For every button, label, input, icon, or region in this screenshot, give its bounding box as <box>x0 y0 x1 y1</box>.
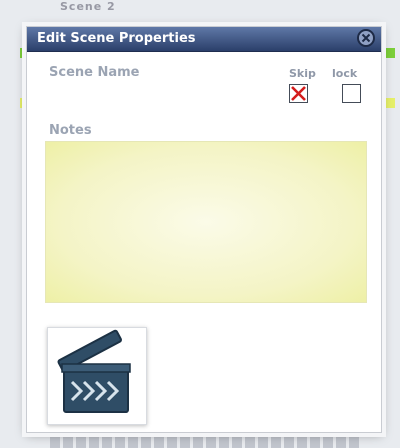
skip-label: Skip <box>289 67 316 80</box>
lock-label: lock <box>332 67 358 80</box>
scene-name-label: Scene Name <box>49 65 140 80</box>
notes-label: Notes <box>49 123 92 138</box>
scene-thumbnail-button[interactable] <box>47 327 147 425</box>
background-scene-title: Scene 2 <box>60 0 116 10</box>
x-mark-icon <box>291 86 306 101</box>
dialog-title: Edit Scene Properties <box>37 31 196 46</box>
edit-scene-properties-dialog: Edit Scene Properties Scene Name Skip lo… <box>26 26 382 433</box>
lock-checkbox[interactable] <box>342 84 361 103</box>
dialog-titlebar: Edit Scene Properties <box>27 27 381 52</box>
notes-textarea[interactable] <box>45 141 367 303</box>
skip-checkbox[interactable] <box>289 84 308 103</box>
close-icon[interactable] <box>357 29 375 47</box>
background-footer-text <box>50 436 360 448</box>
clapperboard-icon <box>57 329 131 413</box>
close-x-glyph <box>361 33 371 43</box>
